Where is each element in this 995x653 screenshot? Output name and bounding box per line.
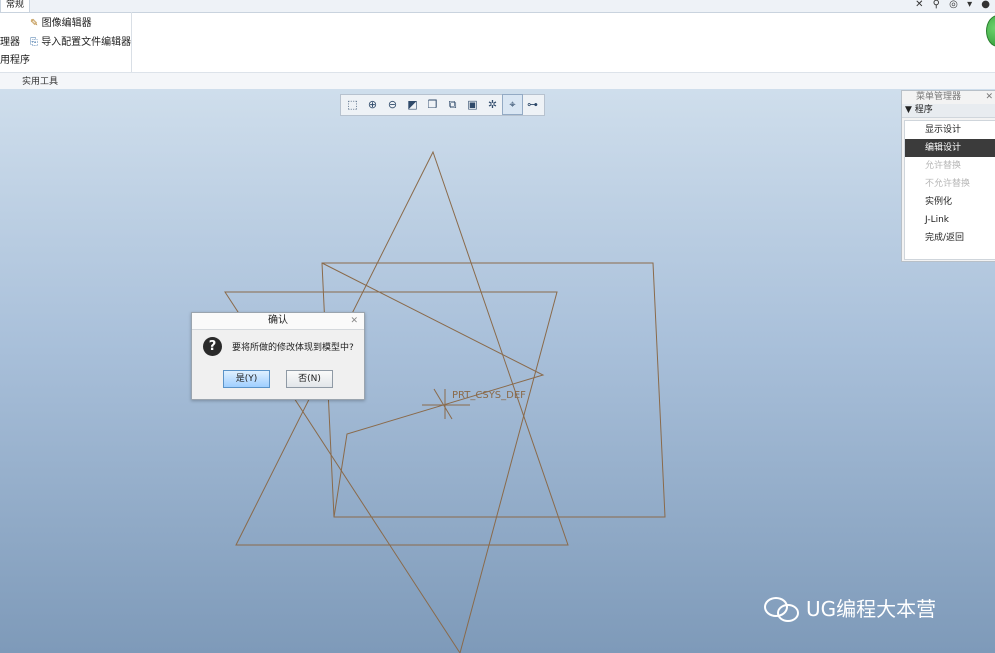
- repaint-icon[interactable]: ◩: [403, 95, 422, 114]
- model-geometry: PRT_CSYS_DEF: [224, 150, 666, 653]
- ribbon-tab-bar: 常规 ✕ ⚲ ◎ ▾ ●: [0, 0, 995, 13]
- dialog-titlebar[interactable]: 确认 ✕: [192, 313, 364, 330]
- regenerate-status-icon[interactable]: [986, 15, 995, 47]
- ribbon: 常规 ✕ ⚲ ◎ ▾ ● ✎ 图像编辑器 理器 ⎘ 导入配置文件编辑器 用程序 …: [0, 0, 995, 89]
- menu-item[interactable]: 显示设计: [905, 121, 995, 139]
- refit-icon[interactable]: ⬚: [343, 95, 362, 114]
- triangle-down-icon: ▼: [905, 105, 912, 115]
- zoom-out-icon[interactable]: ⊖: [383, 95, 402, 114]
- dialog-message: 要将所做的修改体现到模型中?: [232, 343, 354, 353]
- window-controls[interactable]: ✕ ⚲ ◎ ▾ ●: [915, 0, 993, 10]
- spin-center-icon[interactable]: ⊶: [523, 95, 542, 114]
- graphics-viewport[interactable]: PRT_CSYS_DEF ⬚ ⊕ ⊖ ◩ ❒ ⧉ ▣ ✲ ⌖ ⊶ 菜单管理器 ✕ ▼ 程序 显示设…: [0, 89, 995, 653]
- view-toolbar: ⬚ ⊕ ⊖ ◩ ❒ ⧉ ▣ ✲ ⌖ ⊶: [340, 94, 545, 116]
- yes-button[interactable]: 是(Y): [223, 370, 270, 388]
- menu-manager: 菜单管理器 ✕ ▼ 程序 显示设计 编辑设计允许替换不允许替换实例化 J-Link 完…: [901, 90, 995, 262]
- watermark-text: UG编程大本营: [806, 597, 937, 621]
- question-icon: ?: [203, 337, 222, 356]
- csys-display-icon[interactable]: ⌖: [502, 94, 523, 115]
- menu-manager-title-text: 菜单管理器: [916, 92, 962, 102]
- menu-list: 显示设计 编辑设计允许替换不允许替换实例化 J-Link 完成/返回: [904, 120, 995, 260]
- menu-item[interactable]: J-Link: [905, 211, 995, 229]
- view-manager-icon[interactable]: ▣: [463, 95, 482, 114]
- group-label-bar: [0, 72, 995, 89]
- watermark: UG编程大本营: [764, 593, 936, 622]
- menu-section-program[interactable]: ▼ 程序: [902, 104, 995, 118]
- import-config-editor-label: 导入配置文件编辑器: [41, 37, 132, 48]
- menu-manager-title: 菜单管理器 ✕: [902, 91, 995, 104]
- program-button[interactable]: 用程序: [0, 54, 30, 67]
- saved-views-icon[interactable]: ⧉: [443, 95, 462, 114]
- wechat-icon: [764, 595, 800, 622]
- pencil-icon: ✎: [30, 18, 39, 29]
- tab-general[interactable]: 常规: [0, 0, 31, 13]
- dialog-title: 确认: [268, 315, 288, 326]
- csys-label: PRT_CSYS_DEF: [452, 390, 526, 401]
- import-config-icon: ⎘: [30, 37, 38, 48]
- zoom-in-icon[interactable]: ⊕: [363, 95, 382, 114]
- image-editor-label: 图像编辑器: [41, 18, 92, 29]
- program-label: 用程序: [0, 55, 30, 66]
- datum-display-icon[interactable]: ✲: [483, 95, 502, 114]
- display-style-icon[interactable]: ❒: [423, 95, 442, 114]
- confirm-dialog: 确认 ✕ ? 要将所做的修改体现到模型中? 是(Y) 否(N): [191, 312, 365, 400]
- menu-item[interactable]: 实例化: [905, 193, 995, 211]
- image-editor-button[interactable]: ✎ 图像编辑器: [30, 17, 92, 30]
- import-config-editor-button[interactable]: ⎘ 导入配置文件编辑器: [30, 36, 131, 49]
- no-button[interactable]: 否(N): [286, 370, 333, 388]
- menu-item[interactable]: 完成/返回: [905, 229, 995, 247]
- manager-label: 理器: [0, 37, 20, 48]
- close-icon[interactable]: ✕: [350, 313, 358, 329]
- menu-item[interactable]: 编辑设计: [905, 139, 995, 157]
- menu-item: 允许替换: [925, 161, 962, 171]
- menu-section-label: 程序: [914, 105, 933, 115]
- manager-button[interactable]: 理器: [0, 36, 20, 49]
- close-icon[interactable]: ✕: [985, 91, 993, 104]
- menu-item: 不允许替换: [925, 179, 971, 189]
- group-label-utilities: 实用工具: [22, 77, 59, 87]
